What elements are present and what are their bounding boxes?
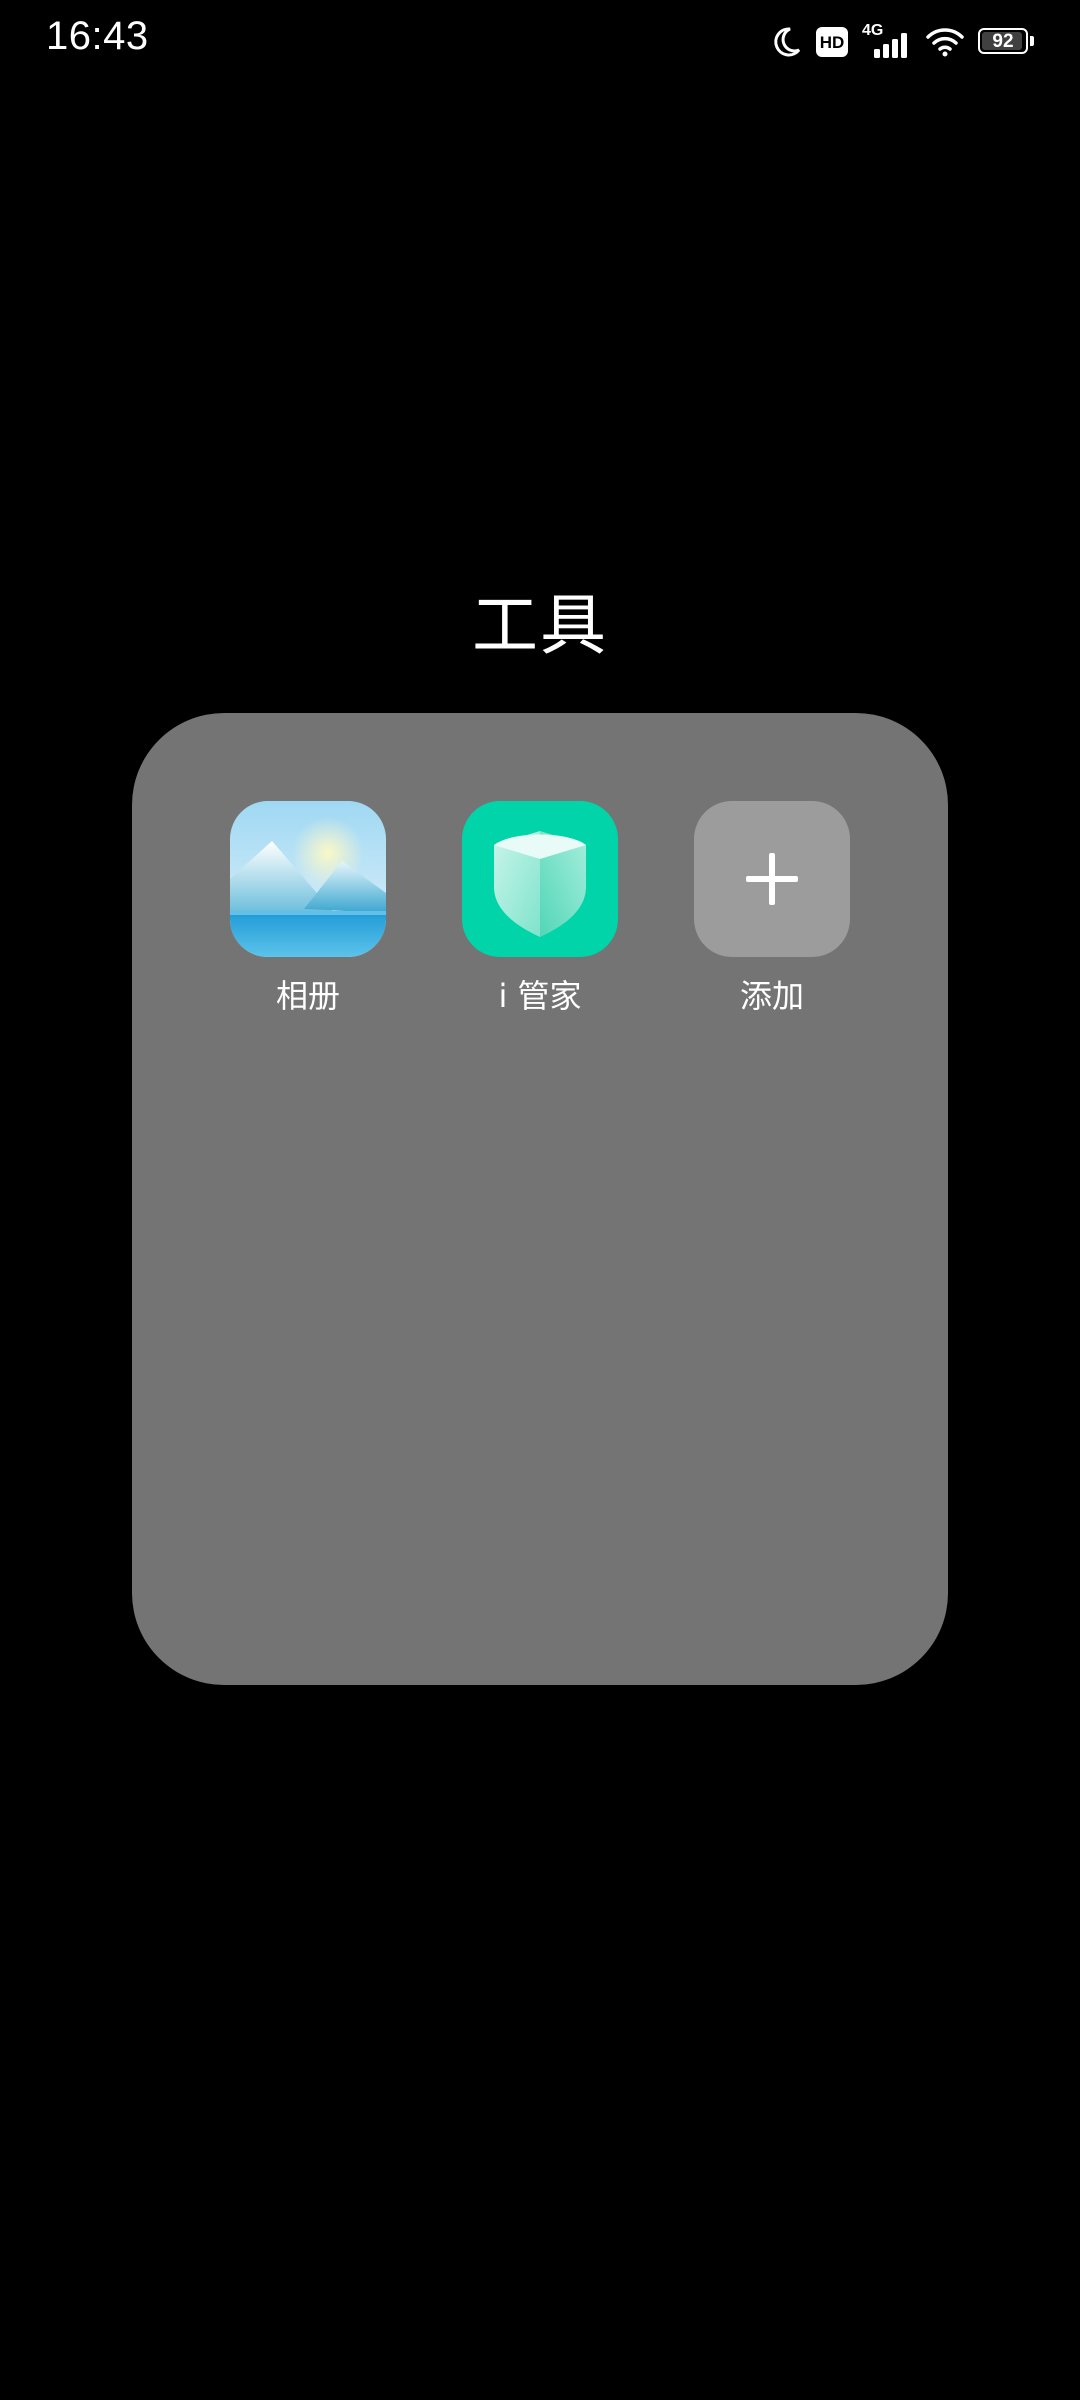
status-bar: 16:43 HD 4G 92 (0, 0, 1080, 84)
hd-label: HD (819, 32, 845, 52)
app-label: 添加 (739, 977, 804, 1015)
app-i-manager[interactable]: i 管家 (440, 801, 640, 1017)
home-screen: 16:43 HD 4G 92 工具 相册 i 管家 添加 (0, 0, 1080, 2400)
gallery-icon (230, 801, 386, 957)
plus-icon (694, 801, 850, 957)
battery-level: 92 (992, 30, 1014, 52)
4g-signal-icon: 4G (862, 23, 912, 59)
app-label: 相册 (275, 977, 340, 1015)
app-label: i 管家 (498, 977, 582, 1015)
folder-panel: 相册 i 管家 添加 (132, 713, 948, 1685)
app-add[interactable]: 添加 (672, 801, 872, 1017)
shield-icon (462, 801, 618, 957)
folder-title[interactable]: 工具 (0, 572, 1080, 668)
moon-icon (772, 26, 802, 58)
status-icons: HD 4G 92 (772, 23, 1034, 60)
wifi-icon (926, 27, 964, 57)
hd-icon: HD (816, 27, 848, 57)
battery-icon: 92 (978, 28, 1034, 56)
status-time: 16:43 (46, 14, 149, 58)
app-gallery[interactable]: 相册 (208, 801, 408, 1017)
